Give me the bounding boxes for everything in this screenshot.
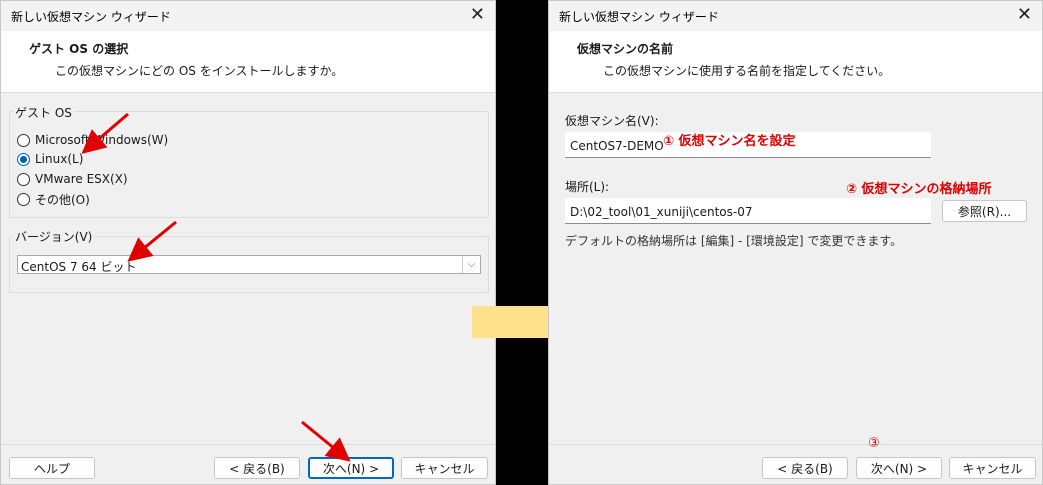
radio-label: Linux(L) bbox=[35, 152, 84, 166]
window-title: 新しい仮想マシン ウィザード bbox=[11, 10, 171, 24]
title-bar: 新しい仮想マシン ウィザード ✕ bbox=[1, 1, 495, 31]
window-title: 新しい仮想マシン ウィザード bbox=[559, 10, 719, 24]
annotation-step-2: ② 仮想マシンの格納場所 bbox=[846, 182, 992, 197]
guest-os-group-label: ゲスト OS bbox=[13, 104, 74, 121]
wizard-dialog-vm-name: 新しい仮想マシン ウィザード ✕ 仮想マシンの名前 この仮想マシンに使用する名前… bbox=[548, 0, 1043, 485]
vm-name-label: 仮想マシン名(V): bbox=[565, 114, 659, 128]
radio-indicator-selected bbox=[17, 152, 30, 166]
wizard-header: ゲスト OS の選択 この仮想マシンにどの OS をインストールしますか。 bbox=[1, 31, 495, 93]
title-bar: 新しい仮想マシン ウィザード ✕ bbox=[549, 1, 1042, 31]
radio-other[interactable]: その他(O) bbox=[17, 191, 90, 208]
version-select[interactable]: CentOS 7 64 ビット ⌵ bbox=[17, 255, 481, 274]
radio-microsoft-windows[interactable]: Microsoft Windows(W) bbox=[17, 133, 168, 147]
default-location-note: デフォルトの格納場所は [編集] - [環境設定] で変更できます。 bbox=[565, 234, 903, 248]
radio-label: その他(O) bbox=[35, 193, 90, 207]
annotation-step-3: ③ bbox=[868, 436, 880, 451]
radio-vmware-esx[interactable]: VMware ESX(X) bbox=[17, 172, 128, 186]
annotation-step-1: ① 仮想マシン名を設定 bbox=[663, 134, 796, 149]
radio-label: Microsoft Windows(W) bbox=[35, 133, 169, 147]
next-button[interactable]: 次へ(N) > bbox=[856, 457, 942, 479]
radio-indicator bbox=[17, 172, 30, 186]
chevron-down-icon: ⌵ bbox=[462, 256, 480, 273]
close-icon[interactable]: ✕ bbox=[470, 5, 485, 25]
radio-linux[interactable]: Linux(L) bbox=[17, 152, 83, 166]
page-title: 仮想マシンの名前 bbox=[577, 42, 674, 56]
cancel-button[interactable]: キャンセル bbox=[949, 457, 1036, 479]
close-icon[interactable]: ✕ bbox=[1017, 5, 1032, 25]
page-subtitle: この仮想マシンに使用する名前を指定してください。 bbox=[603, 64, 891, 78]
cancel-button[interactable]: キャンセル bbox=[401, 457, 488, 479]
wizard-header: 仮想マシンの名前 この仮想マシンに使用する名前を指定してください。 bbox=[549, 31, 1042, 93]
version-group-label: バージョン(V) bbox=[13, 228, 95, 245]
browse-button[interactable]: 参照(R)... bbox=[942, 200, 1027, 222]
location-input[interactable]: D:\02_tool\01_xuniji\centos-07 bbox=[565, 198, 931, 224]
version-select-value: CentOS 7 64 ビット bbox=[21, 260, 137, 274]
location-label: 場所(L): bbox=[565, 180, 610, 194]
radio-label: VMware ESX(X) bbox=[35, 172, 128, 186]
back-button[interactable]: < 戻る(B) bbox=[214, 457, 300, 479]
next-button[interactable]: 次へ(N) > bbox=[308, 457, 394, 479]
wizard-dialog-guest-os: 新しい仮想マシン ウィザード ✕ ゲスト OS の選択 この仮想マシンにどの O… bbox=[0, 0, 496, 485]
page-title: ゲスト OS の選択 bbox=[29, 42, 129, 56]
help-button[interactable]: ヘルプ bbox=[9, 457, 95, 479]
screenshot-stage: 新しい仮想マシン ウィザード ✕ ゲスト OS の選択 この仮想マシンにどの O… bbox=[0, 0, 1043, 485]
radio-indicator bbox=[17, 193, 30, 206]
back-button[interactable]: < 戻る(B) bbox=[762, 457, 848, 479]
page-subtitle: この仮想マシンにどの OS をインストールしますか。 bbox=[55, 64, 344, 78]
radio-indicator bbox=[17, 133, 30, 147]
